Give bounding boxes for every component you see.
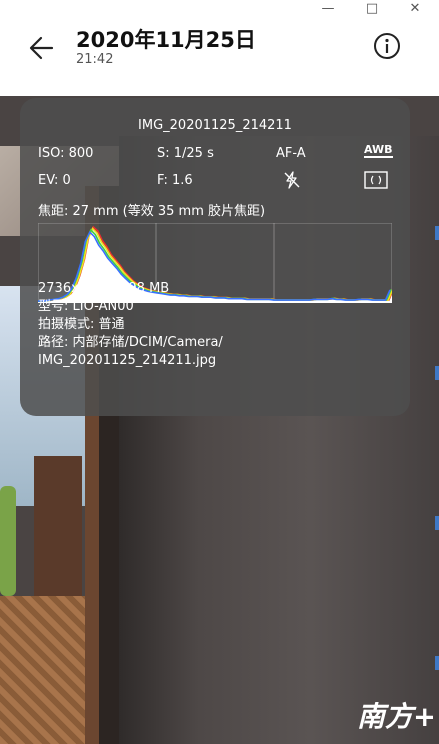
file-path-name: IMG_20201125_214211.jpg (38, 353, 217, 368)
file-path: 路径: 内部存储/DCIM/Camera/ (38, 335, 223, 350)
watermark-logo: 南方+ (357, 700, 433, 733)
photo-edge-mark (435, 366, 439, 380)
metering-icon (364, 171, 388, 189)
image-resolution: 2736x3648 1.98 MB (38, 281, 170, 296)
photo-time: 21:42 (76, 52, 114, 67)
awb-badge: AWB (364, 143, 393, 158)
app-header: 2020年11月25日 21:42 (0, 18, 439, 96)
photo-edge-mark (435, 516, 439, 530)
close-button[interactable]: ✕ (403, 0, 427, 16)
photo-edge-mark (435, 656, 439, 670)
iso-value: ISO: 800 (38, 146, 94, 161)
photo-door (34, 456, 82, 606)
shooting-mode: 拍摄模式: 普通 (38, 317, 125, 332)
focal-length: 焦距: 27 mm (等效 35 mm 胶片焦距) (38, 204, 266, 219)
focus-mode: AF-A (276, 146, 306, 161)
shutter-value: S: 1/25 s (157, 146, 214, 161)
photo-edge-mark (435, 226, 439, 240)
flash-off-icon (284, 171, 300, 189)
device-model: 型号: LIO-AN00 (38, 299, 134, 314)
photo-details-panel: IMG_20201125_214211 ISO: 800 S: 1/25 s A… (20, 98, 410, 416)
info-circle-icon (374, 33, 400, 59)
arrow-left-icon (29, 36, 54, 60)
minimize-button[interactable]: — (316, 0, 340, 16)
photo-plant (0, 486, 16, 596)
maximize-button[interactable]: □ (360, 0, 384, 16)
page-title: 2020年11月25日 (76, 28, 256, 52)
file-name: IMG_20201125_214211 (138, 118, 292, 133)
aperture-value: F: 1.6 (157, 173, 193, 188)
ev-value: EV: 0 (38, 173, 71, 188)
window-title-bar: — □ ✕ (0, 0, 439, 18)
back-button[interactable] (26, 32, 58, 64)
info-button[interactable] (372, 31, 402, 61)
svg-text:南方+: 南方+ (357, 700, 433, 733)
